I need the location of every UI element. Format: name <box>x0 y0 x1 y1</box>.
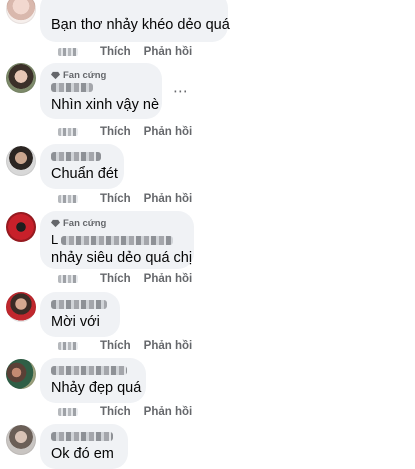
avatar[interactable] <box>6 63 36 93</box>
fan-badge-label: Fan cứng <box>63 69 107 81</box>
timestamp-blurred <box>58 195 78 203</box>
comment-text: Bạn thơ nhảy khéo dẻo quá <box>51 17 230 33</box>
comment-actions: Thích Phản hồi <box>58 272 192 286</box>
reply-button[interactable]: Phản hồi <box>144 340 193 352</box>
comment-actions: Thích Phản hồi <box>58 192 192 206</box>
like-button[interactable]: Thích <box>100 193 131 205</box>
comment-text: Nhảy đẹp quá <box>51 380 142 396</box>
author-name-blurred[interactable] <box>51 300 107 309</box>
comment-bubble: Mời với <box>40 292 120 337</box>
reply-button[interactable]: Phản hồi <box>144 46 193 58</box>
reply-button[interactable]: Phản hồi <box>144 126 193 138</box>
comment-bubble: Chuẩn đét <box>40 144 124 189</box>
more-options-icon[interactable]: ⋯ <box>173 82 189 100</box>
timestamp-blurred <box>58 48 78 56</box>
avatar[interactable] <box>6 359 36 389</box>
comment-text: Chuẩn đét <box>51 166 118 182</box>
fan-badge: Fan cứng <box>51 217 183 229</box>
comment-text: Mời với <box>51 314 100 330</box>
like-button[interactable]: Thích <box>100 126 131 138</box>
comment-bubble: Fan cứng Nhìn xinh vậy nè <box>40 63 162 119</box>
author-name-blurred[interactable] <box>51 83 93 92</box>
like-button[interactable]: Thích <box>100 340 131 352</box>
diamond-icon <box>51 71 60 79</box>
timestamp-blurred <box>58 408 78 416</box>
author-name-blurred[interactable] <box>51 152 101 161</box>
comment-text: Ok đó em <box>51 446 114 462</box>
fan-badge-label: Fan cứng <box>63 217 107 229</box>
like-button[interactable]: Thích <box>100 46 131 58</box>
avatar[interactable] <box>6 292 36 322</box>
comment-actions: Thích Phản hồi <box>58 125 192 139</box>
avatar[interactable] <box>6 0 36 24</box>
author-name-blurred[interactable] <box>51 432 113 441</box>
comment-actions: Thích Phản hồi <box>58 339 192 353</box>
author-initial: L <box>51 232 59 247</box>
comment-actions: Thích Phản hồi <box>58 405 192 419</box>
timestamp-blurred <box>58 342 78 350</box>
author-name-blurred[interactable] <box>61 235 174 245</box>
reply-button[interactable]: Phản hồi <box>144 406 193 418</box>
comment-bubble: Ok đó em <box>40 424 128 469</box>
avatar[interactable] <box>6 212 36 242</box>
timestamp-blurred <box>58 275 78 283</box>
comment-bubble: Fan cứng L nhảy siêu dẻo quá chị <box>40 211 194 269</box>
like-button[interactable]: Thích <box>100 273 131 285</box>
fan-badge: Fan cứng <box>51 69 151 81</box>
comment-text: nhảy siêu dẻo quá chị <box>51 250 193 266</box>
reply-button[interactable]: Phản hồi <box>144 273 193 285</box>
comment-bubble: Nhảy đẹp quá <box>40 358 146 403</box>
comment-actions: Thích Phản hồi <box>58 45 192 59</box>
comment-text: Nhìn xinh vậy nè <box>51 97 160 113</box>
diamond-icon <box>51 219 60 227</box>
author-row: L <box>51 231 183 249</box>
avatar[interactable] <box>6 425 36 455</box>
timestamp-blurred <box>58 128 78 136</box>
reply-button[interactable]: Phản hồi <box>144 193 193 205</box>
author-name-blurred[interactable] <box>51 366 127 375</box>
avatar[interactable] <box>6 146 36 176</box>
like-button[interactable]: Thích <box>100 406 131 418</box>
comment-bubble: Bạn thơ nhảy khéo dẻo quá <box>40 0 230 42</box>
